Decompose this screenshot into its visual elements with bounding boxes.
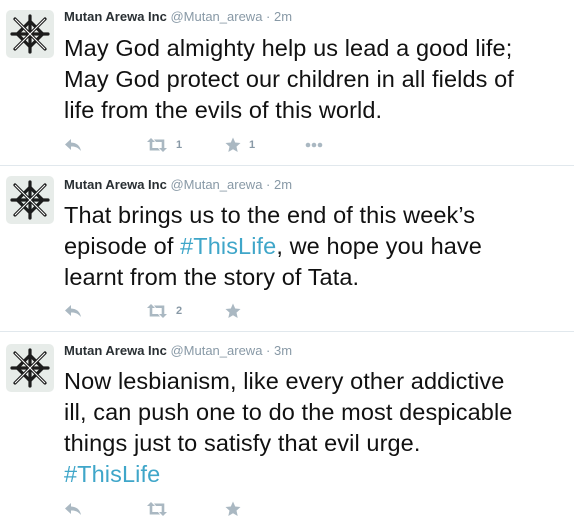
star-icon (225, 303, 241, 318)
tweet-text-line: May God protect our children in all fiel… (64, 66, 514, 92)
retweet-icon (147, 502, 167, 516)
tweet-text-line: life from the evils of this world. (64, 97, 383, 123)
star-icon (225, 137, 241, 152)
tweet-header: Mutan Arewa Inc @Mutan_arewa · 3m (64, 343, 292, 359)
more-dots-icon (305, 142, 323, 148)
tweet-divider (0, 165, 574, 166)
author-handle[interactable]: @Mutan_arewa (170, 343, 262, 358)
reply-button[interactable] (64, 135, 82, 155)
star-icon (225, 501, 241, 516)
tweet-divider (0, 331, 574, 332)
tweet-text-line: That brings us to the end of this week’s (64, 202, 476, 228)
tweet-text: May God almighty help us lead a good lif… (64, 33, 568, 126)
tweet-header: Mutan Arewa Inc @Mutan_arewa · 2m (64, 177, 292, 193)
more-button[interactable] (305, 135, 323, 155)
tweet-header: Mutan Arewa Inc @Mutan_arewa · 2m (64, 9, 292, 25)
retweet-icon (147, 138, 167, 152)
knot-logo-icon (10, 14, 50, 54)
retweet-button[interactable] (146, 499, 168, 519)
timestamp[interactable]: 2m (274, 177, 292, 192)
retweet-button[interactable]: 2 (146, 301, 182, 321)
favorite-button[interactable]: 1 (225, 135, 255, 155)
favorite-count: 1 (249, 139, 256, 151)
favorite-button[interactable] (225, 301, 241, 321)
reply-button[interactable] (64, 499, 82, 519)
tweet-text-line: episode of #ThisLife, we hope you have (64, 231, 568, 262)
tweet-text: That brings us to the end of this week’s… (64, 200, 568, 293)
author-handle[interactable]: @Mutan_arewa (170, 9, 262, 24)
reply-button[interactable] (64, 301, 82, 321)
retweet-button[interactable]: 1 (146, 135, 182, 155)
author-handle[interactable]: @Mutan_arewa (170, 177, 262, 192)
tweet-text-line: learnt from the story of Tata. (64, 264, 360, 290)
text-segment: , we hope you have (276, 233, 482, 259)
author-name[interactable]: Mutan Arewa Inc (64, 343, 167, 358)
retweet-count: 1 (176, 139, 183, 151)
avatar[interactable] (6, 10, 54, 58)
avatar[interactable] (6, 176, 54, 224)
retweet-icon (147, 304, 167, 318)
reply-icon (65, 305, 81, 317)
author-name[interactable]: Mutan Arewa Inc (64, 9, 167, 24)
tweet-text: Now lesbianism, like every other addicti… (64, 366, 568, 490)
avatar[interactable] (6, 344, 54, 392)
knot-logo-icon (10, 180, 50, 220)
reply-icon (65, 139, 81, 151)
tweet-text-line: ill, can push one to do the most despica… (64, 399, 513, 425)
separator: · (266, 9, 271, 24)
reply-icon (65, 503, 81, 515)
author-name[interactable]: Mutan Arewa Inc (64, 177, 167, 192)
hashtag-link[interactable]: #ThisLife (180, 233, 276, 259)
text-segment: episode of (64, 233, 181, 259)
tweet-text-line: #ThisLife (64, 459, 568, 490)
favorite-button[interactable] (225, 499, 241, 519)
separator: · (266, 177, 271, 192)
separator: · (266, 343, 271, 358)
timestamp[interactable]: 2m (274, 9, 292, 24)
retweet-count: 2 (176, 305, 183, 317)
tweet-text-line: May God almighty help us lead a good lif… (64, 35, 513, 61)
timestamp[interactable]: 3m (274, 343, 292, 358)
knot-logo-icon (10, 348, 50, 388)
hashtag-link[interactable]: #ThisLife (64, 461, 160, 487)
tweet-text-line: Now lesbianism, like every other addicti… (64, 368, 505, 394)
tweet-text-line: things just to satisfy that evil urge. (64, 430, 421, 456)
